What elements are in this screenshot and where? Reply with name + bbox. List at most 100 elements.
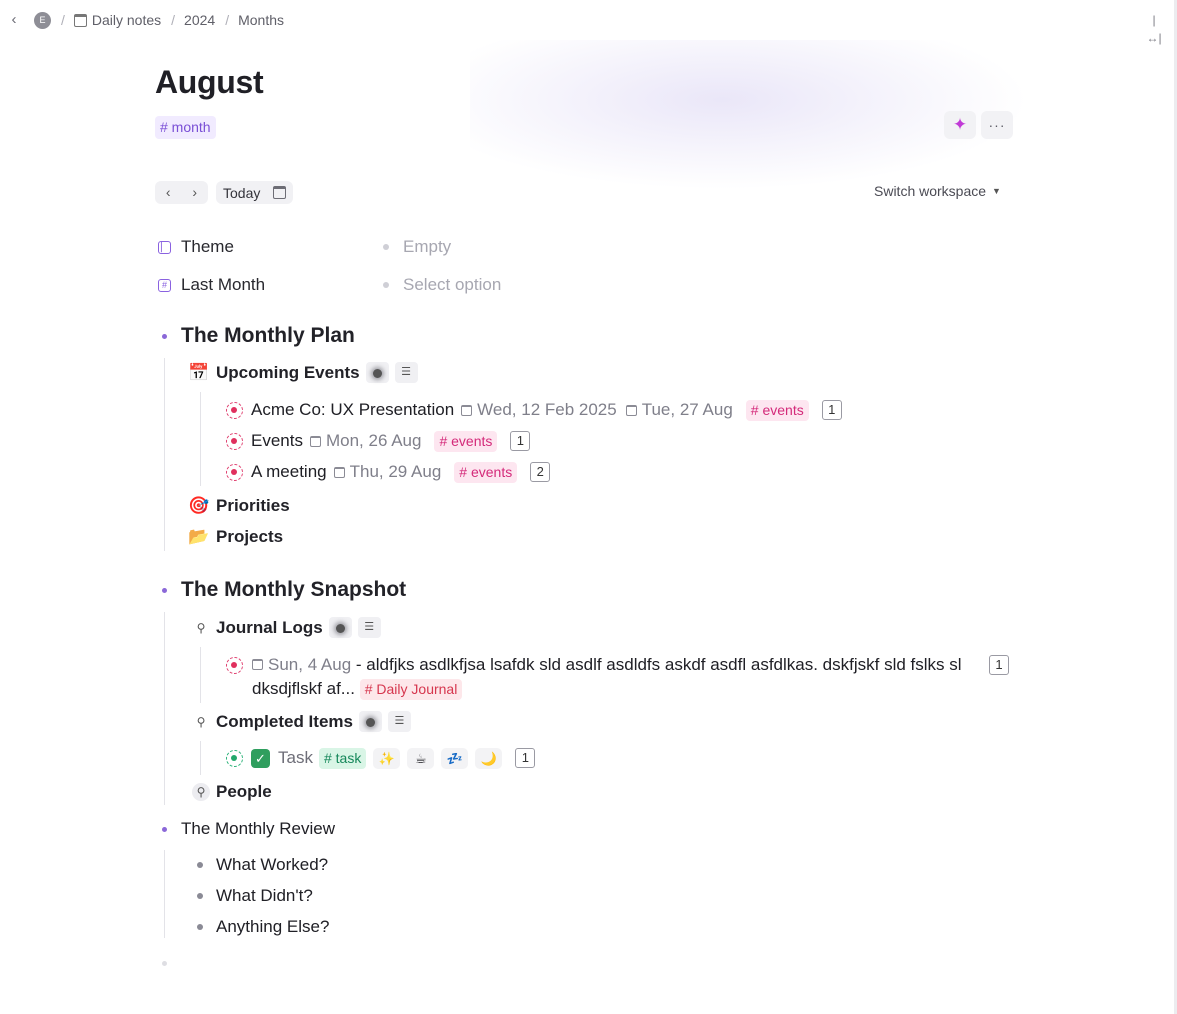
coffee-emoji-icon[interactable]: ☕ [407, 747, 435, 769]
calendar-icon [273, 186, 287, 199]
events-tag[interactable]: # events [745, 399, 809, 421]
workspace-avatar[interactable]: E [34, 11, 51, 29]
event-title: Events [251, 431, 303, 450]
task-label: Task [278, 748, 313, 767]
more-icon[interactable]: ··· [981, 111, 1013, 139]
property-value: Empty [403, 237, 452, 256]
reference-count[interactable]: 2 [530, 462, 551, 482]
view-toggle-icon[interactable] [365, 362, 389, 383]
review-item[interactable]: What Didn't? [216, 884, 313, 908]
outline-guide-line [164, 358, 165, 551]
property-last-month-value[interactable]: Select option [383, 273, 501, 297]
event-date[interactable]: Mon, 26 Aug [309, 431, 422, 451]
date-text: Tue, 27 Aug [641, 400, 733, 419]
task-tag[interactable]: # task [318, 747, 367, 769]
calendar-icon [333, 466, 345, 478]
events-tag[interactable]: # events [454, 461, 518, 483]
event-date[interactable]: Thu, 29 Aug [333, 462, 442, 482]
reference-count[interactable]: 1 [821, 400, 842, 420]
upcoming-events-heading[interactable]: 📅 Upcoming Events ☰ [188, 362, 418, 383]
search-icon: ⚲ [192, 783, 210, 801]
heading-monthly-plan[interactable]: The Monthly Plan [181, 324, 355, 348]
event-date[interactable]: Tue, 27 Aug [625, 400, 733, 420]
review-item[interactable]: Anything Else? [216, 915, 329, 939]
daily-journal-tag[interactable]: # Daily Journal [359, 679, 463, 700]
priorities-heading[interactable]: 🎯 Priorities [188, 496, 290, 516]
checkbox-checked[interactable]: ✓ [251, 748, 270, 768]
breadcrumb: E / Daily notes / 2024 / Months [34, 8, 284, 32]
moon-emoji-icon[interactable]: 🌙 [475, 747, 503, 769]
people-label: People [216, 782, 272, 801]
filter-icon[interactable]: ☰ [357, 617, 381, 638]
property-value: Select option [403, 275, 502, 294]
journal-date[interactable]: Sun, 4 Aug [268, 655, 351, 674]
switch-workspace-label: Switch workspace [874, 183, 987, 199]
breadcrumb-months[interactable]: Months [238, 12, 284, 28]
property-label: Theme [181, 237, 234, 256]
journal-logs-heading[interactable]: ⚲ Journal Logs ☰ [192, 617, 381, 638]
event-row[interactable]: Acme Co: UX Presentation Wed, 12 Feb 202… [226, 398, 842, 422]
view-toggle-icon[interactable] [328, 617, 352, 638]
text-field-icon: ▏ [158, 240, 171, 254]
target-emoji-icon: 🎯 [188, 496, 210, 515]
review-item[interactable]: What Worked? [216, 853, 328, 877]
journal-entry[interactable]: Sun, 4 Aug - aldfjks asdlkfjsa lsafdk sl… [252, 653, 972, 701]
page-title[interactable]: August [155, 64, 264, 101]
property-label: Last Month [181, 275, 266, 294]
reference-count[interactable]: 1 [510, 431, 531, 451]
people-heading[interactable]: ⚲ People [192, 782, 272, 802]
calendar-emoji-icon: 📅 [188, 362, 210, 382]
outline-guide-line [200, 741, 201, 775]
sleep-emoji-icon[interactable]: 💤 [441, 747, 469, 769]
outline-guide-line [164, 612, 165, 805]
outline-bullet[interactable] [197, 924, 203, 930]
reference-count[interactable]: 1 [989, 655, 1009, 675]
prev-chevron-icon[interactable]: ‹ [155, 181, 182, 204]
switch-workspace-button[interactable]: Switch workspace ▼ [874, 183, 1001, 199]
back-chevron-icon[interactable]: ‹ [6, 10, 22, 30]
sparkle-icon[interactable]: ✦ [944, 111, 976, 139]
month-tag[interactable]: # month [155, 116, 216, 139]
breadcrumb-daily-notes[interactable]: Daily notes [73, 12, 162, 28]
task-row[interactable]: ✓ Task # task ✨ ☕ 💤 🌙 1 [226, 746, 536, 770]
hash-icon: # [158, 278, 171, 292]
outline-guide-line [200, 647, 201, 703]
collapse-sidebar-icon[interactable]: |↔| [1145, 11, 1163, 45]
calendar-icon [252, 659, 263, 670]
property-theme[interactable]: ▏ Theme [158, 235, 234, 259]
filter-icon[interactable]: ☰ [394, 362, 418, 383]
heading-monthly-snapshot[interactable]: The Monthly Snapshot [181, 578, 406, 602]
date-text: Mon, 26 Aug [325, 431, 422, 450]
events-tag[interactable]: # events [434, 430, 498, 452]
event-title: Acme Co: UX Presentation [251, 400, 455, 419]
property-theme-value[interactable]: Empty [383, 235, 451, 259]
reference-count[interactable]: 1 [515, 748, 536, 768]
calendar-icon [461, 404, 473, 416]
sparkles-emoji-icon[interactable]: ✨ [373, 747, 401, 769]
outline-bullet[interactable] [162, 334, 167, 339]
outline-guide-line [164, 850, 165, 938]
date-text: Thu, 29 Aug [349, 462, 442, 481]
projects-heading[interactable]: 📂 Projects [188, 527, 283, 547]
outline-bullet[interactable] [197, 862, 203, 868]
outline-bullet[interactable] [197, 893, 203, 899]
today-button[interactable]: Today [216, 181, 293, 204]
next-chevron-icon[interactable]: › [182, 181, 209, 204]
completed-items-heading[interactable]: ⚲ Completed Items ☰ [192, 711, 411, 732]
event-row[interactable]: A meeting Thu, 29 Aug # events 2 [226, 460, 551, 484]
property-last-month[interactable]: # Last Month [158, 273, 265, 297]
filter-icon[interactable]: ☰ [387, 711, 411, 732]
priorities-label: Priorities [216, 496, 290, 515]
calendar-icon [73, 13, 87, 27]
search-icon: ⚲ [196, 714, 206, 729]
empty-outline-bullet[interactable] [162, 961, 167, 966]
event-icon [226, 463, 243, 481]
view-toggle-icon[interactable] [358, 711, 382, 732]
outline-bullet[interactable] [162, 827, 167, 832]
monthly-review-heading[interactable]: The Monthly Review [181, 817, 335, 841]
event-row[interactable]: Events Mon, 26 Aug # events 1 [226, 429, 531, 453]
outline-bullet[interactable] [162, 588, 167, 593]
breadcrumb-label: Daily notes [91, 12, 162, 28]
event-date[interactable]: Wed, 12 Feb 2025 [461, 400, 617, 420]
breadcrumb-2024[interactable]: 2024 [184, 12, 215, 28]
